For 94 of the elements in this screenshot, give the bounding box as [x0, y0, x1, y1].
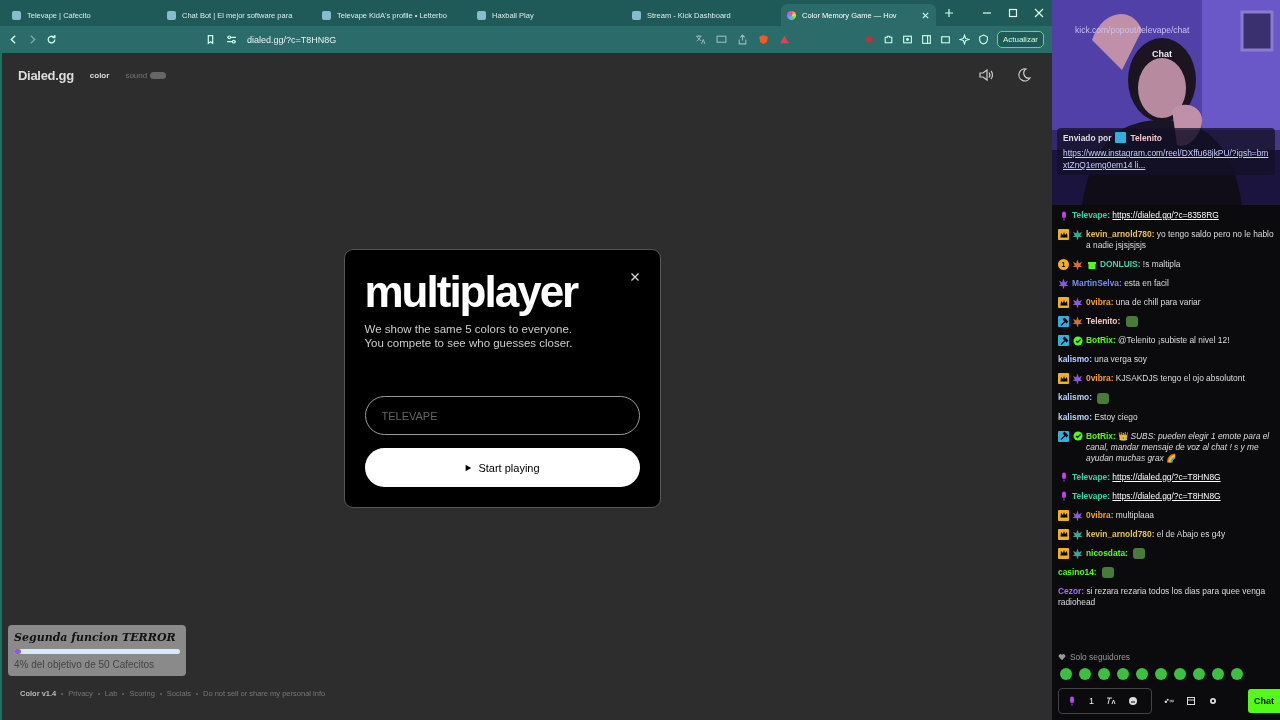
- message-text: BotRix: 👑 SUBS: pueden elegir 1 emote para el canal, mandar mensaje de voz al chat ! s y me ayudan muchas grax 🌈: [1086, 430, 1271, 464]
- speaker-icon[interactable]: [978, 67, 994, 83]
- counter: 1: [1089, 696, 1094, 706]
- message-text: kevin_arnold780: yo tengo saldo pero no le hablo a nadie jsjsjsjsjs: [1086, 229, 1274, 251]
- site-icon: [787, 10, 796, 20]
- wallet-icon[interactable]: [939, 34, 951, 45]
- site-icon: [167, 10, 176, 20]
- name-field[interactable]: TELEVAPE: [364, 396, 640, 435]
- pinned-link[interactable]: https://www.instagram.com/reel/DXffu68jkPU/?igsh=bmxtZnQ1emg0em14 li...: [1063, 147, 1269, 171]
- message-text: BotRix: @Telenito ¡subiste al nivel 12!: [1086, 335, 1231, 347]
- leaf-icon: [1072, 547, 1083, 559]
- message-text: 0vibra: una de chill para variar: [1086, 297, 1202, 308]
- site-icon: [322, 10, 331, 20]
- crown-icon: [1058, 547, 1069, 559]
- emote-icon[interactable]: [1098, 668, 1110, 680]
- bookmark-icon[interactable]: [205, 34, 216, 45]
- url-field[interactable]: dialed.gg/?c=T8HN8G: [247, 34, 337, 45]
- emote-icon[interactable]: [1079, 668, 1091, 680]
- modal-title: multiplayer: [364, 270, 578, 314]
- moon-icon[interactable]: [1016, 67, 1032, 83]
- leaf-icon: [1072, 297, 1083, 308]
- message-text: Cezor: si rezara rezaria todos los dias para quee venga radiohead: [1058, 586, 1267, 609]
- settings-icon[interactable]: [1208, 696, 1218, 706]
- message-text: Televape: https://dialed.gg/?c=8358RG: [1072, 210, 1220, 221]
- emote-icon[interactable]: [1193, 668, 1205, 680]
- shield-icon[interactable]: [977, 34, 989, 45]
- verified-icon: [1072, 335, 1083, 347]
- emote-icon[interactable]: [1231, 668, 1243, 680]
- message-text: kalismo:: [1058, 392, 1274, 404]
- site-icon: [12, 10, 21, 20]
- verified-icon: [1072, 430, 1083, 442]
- store-icon[interactable]: [1186, 696, 1196, 706]
- close-icon[interactable]: [629, 272, 640, 282]
- followers-only-label: Solo seguidores: [1070, 652, 1131, 662]
- plus-icon[interactable]: [944, 8, 954, 18]
- goal-caption: 4% del objetivo de 50 Cafecitos: [14, 659, 156, 670]
- maximize-icon[interactable]: [1008, 8, 1018, 18]
- message-text: nicosdata:: [1086, 547, 1274, 559]
- leaf-icon: [1072, 509, 1083, 521]
- emoji-icon[interactable]: [1128, 696, 1138, 706]
- crown-icon: [1058, 528, 1069, 540]
- chat-title: Chat: [1152, 49, 1172, 59]
- heart-icon: [1058, 653, 1066, 661]
- crown-icon: [1058, 509, 1069, 521]
- screenshot-icon[interactable]: [901, 34, 913, 45]
- puzzle-icon[interactable]: [882, 34, 894, 45]
- emote-icon[interactable]: [1212, 668, 1224, 680]
- user-name: Telenito: [1130, 132, 1162, 143]
- emote-icon[interactable]: [1155, 668, 1167, 680]
- message-text: 0vibra: multiplaaa: [1086, 509, 1155, 521]
- reload-icon[interactable]: [46, 34, 57, 45]
- leaf-icon: [1058, 278, 1069, 289]
- leaf-icon: [1072, 316, 1083, 327]
- update-button[interactable]: Actualizar: [996, 31, 1044, 48]
- message-text: kalismo: una verga soy: [1058, 354, 1148, 366]
- leaf-icon: [1072, 259, 1083, 270]
- site-logo[interactable]: Dialed.gg: [18, 67, 74, 83]
- translate-icon[interactable]: [1106, 696, 1116, 706]
- message-text: casino14:: [1058, 566, 1274, 579]
- emote-icon[interactable]: [1117, 668, 1129, 680]
- message-text: 0vibra: KJSAKDJS tengo el ojo absolutont: [1086, 373, 1246, 385]
- play-icon: [464, 463, 473, 472]
- crown-icon: [1058, 373, 1069, 385]
- chat-input[interactable]: 1: [1058, 688, 1152, 714]
- nav-link[interactable]: color: [89, 70, 110, 80]
- sparkle-icon[interactable]: [958, 34, 970, 45]
- crown-icon: [1058, 229, 1069, 240]
- leaf-icon: [1072, 229, 1083, 240]
- message-text: Telenito:: [1086, 316, 1274, 328]
- pinned-label: Enviado por: [1063, 132, 1112, 143]
- message-text: kalismo: Estoy ciego: [1058, 411, 1139, 423]
- message-text: kevin_arnold780: el de Abajo es g4y: [1086, 528, 1227, 540]
- microphone-icon[interactable]: [1067, 696, 1077, 706]
- goal-title: Segunda funcion TERROR: [14, 631, 177, 644]
- modal-text: We show the same 5 colors to everyone.: [364, 322, 574, 336]
- modal-text: You compete to see who guesses closer.: [364, 336, 574, 350]
- gift-icon: [1086, 259, 1097, 270]
- crown-icon: [1058, 297, 1069, 308]
- message-text: DONLUIS: !s maltipla: [1100, 259, 1182, 270]
- message-text: MartinSelva: esta en facil: [1072, 278, 1170, 289]
- sidebar-icon[interactable]: [920, 34, 932, 45]
- emote-icon[interactable]: [1060, 668, 1072, 680]
- send-button[interactable]: Chat: [1248, 689, 1280, 713]
- leaf-icon: [1072, 528, 1083, 540]
- emote-icon[interactable]: [1174, 668, 1186, 680]
- message-text: Televape: https://dialed.gg/?c=T8HN8G: [1072, 471, 1222, 483]
- start-button[interactable]: Start playing: [364, 448, 640, 487]
- site-icon: [632, 10, 641, 20]
- leaf-icon: [1072, 373, 1083, 385]
- emote-icon[interactable]: [1136, 668, 1148, 680]
- points-icon[interactable]: [1164, 696, 1174, 706]
- message-text: Televape: https://dialed.gg/?c=T8HN8G: [1072, 490, 1222, 502]
- share-icon[interactable]: [736, 34, 748, 45]
- site-icon: [477, 10, 486, 20]
